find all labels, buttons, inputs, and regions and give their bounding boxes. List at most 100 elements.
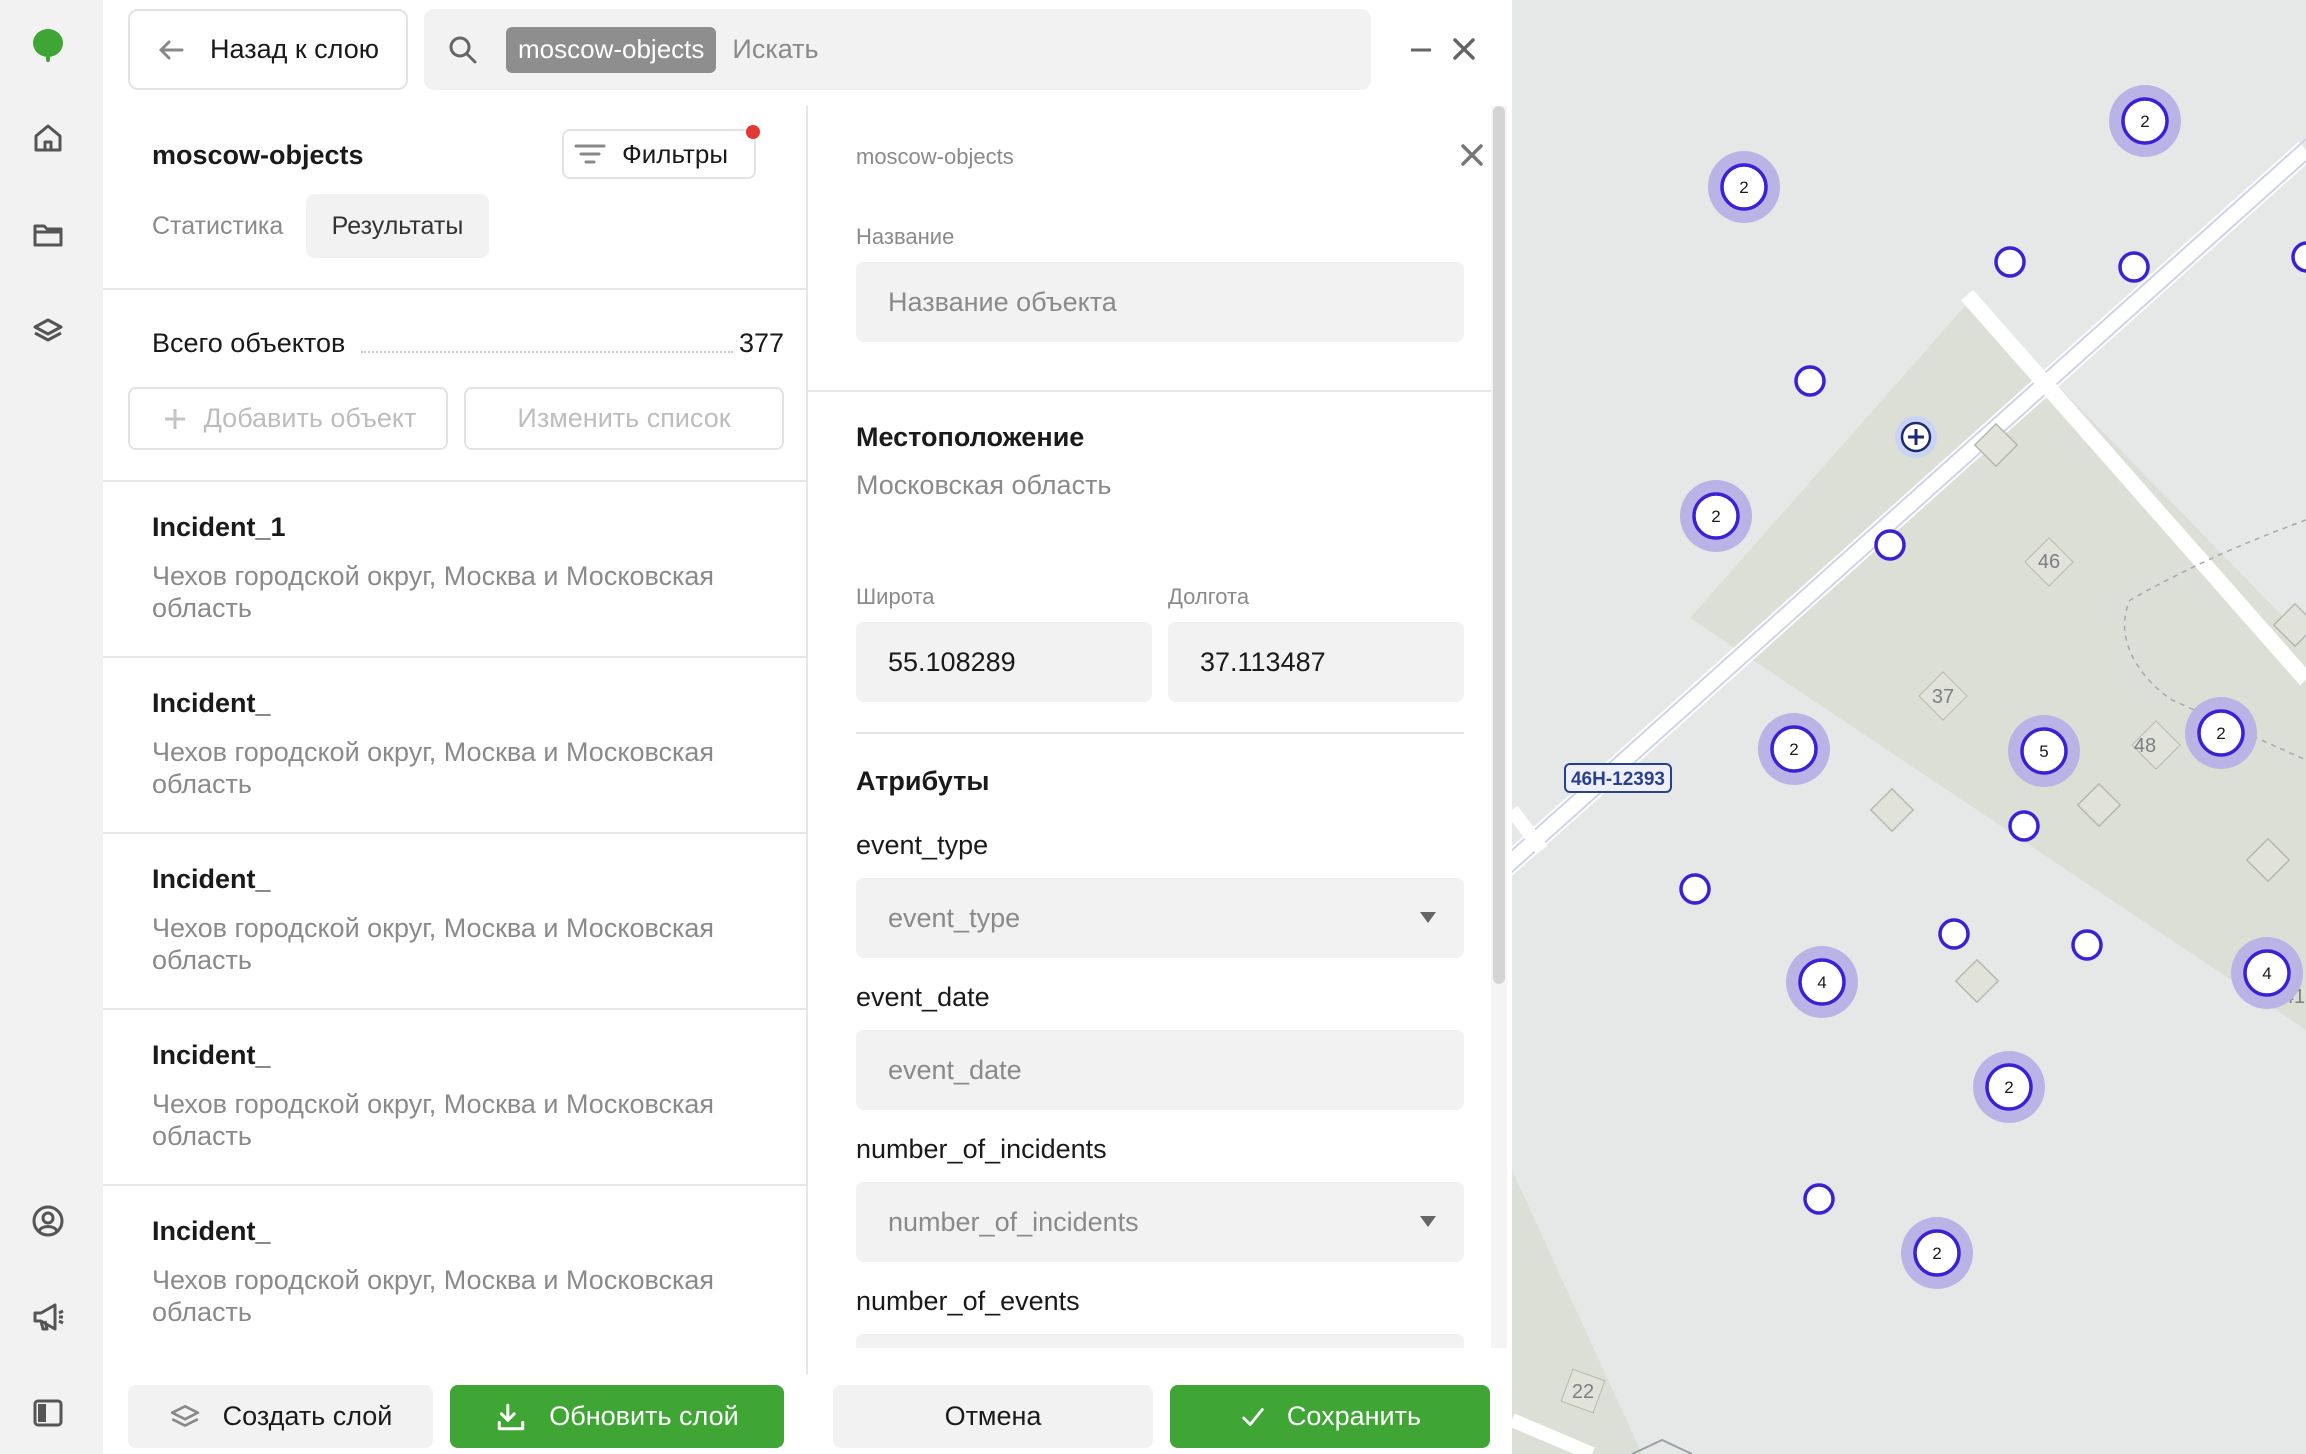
number-of-incidents-select[interactable]: number_of_incidents	[856, 1182, 1464, 1262]
edit-list-label: Изменить список	[517, 403, 731, 433]
map-point-marker[interactable]	[2118, 251, 2150, 283]
list-item-title: Incident_	[152, 1040, 271, 1070]
close-icon[interactable]	[1449, 34, 1479, 64]
user-circle-icon[interactable]	[24, 1197, 72, 1245]
create-layer-button[interactable]: Создать слой	[128, 1385, 433, 1448]
tab-results[interactable]: Результаты	[306, 194, 489, 258]
cluster-count: 5	[2039, 742, 2048, 761]
map-cluster-marker[interactable]: 2	[2185, 697, 2257, 769]
attribute-label-number-of-events: number_of_events	[856, 1286, 1080, 1316]
object-edit-form: moscow-objects Название Название объекта…	[808, 106, 1512, 1454]
map-point-marker[interactable]	[2291, 241, 2306, 273]
cancel-label: Отмена	[944, 1401, 1042, 1431]
form-layer-name: moscow-objects	[856, 144, 1014, 169]
download-icon	[498, 1403, 525, 1430]
location-value: Московская область	[856, 470, 1112, 500]
map-cluster-marker[interactable]: 4	[2231, 937, 2303, 1009]
map-point-marker[interactable]	[2071, 929, 2103, 961]
cluster-count: 2	[1739, 178, 1748, 197]
list-item-address: Чехов городской округ, Москва и Московск…	[152, 1265, 715, 1327]
number-of-incidents-placeholder: number_of_incidents	[888, 1206, 1139, 1237]
total-objects-label: Всего объектов	[152, 328, 346, 358]
list-item[interactable]: Incident_1 Чехов городской округ, Москва…	[103, 482, 808, 658]
edit-list-button[interactable]: Изменить список	[464, 387, 784, 450]
location-title: Местоположение	[856, 422, 1085, 452]
close-form-icon[interactable]	[1459, 142, 1485, 168]
map-point-marker[interactable]	[1994, 246, 2026, 278]
map-point-marker[interactable]	[1938, 918, 1970, 950]
add-object-label: Добавить объект	[203, 403, 417, 433]
building-number: 46	[2038, 551, 2060, 573]
form-scroll-area[interactable]: moscow-objects Название Название объекта…	[808, 106, 1493, 1348]
attribute-label-event-date: event_date	[856, 982, 990, 1012]
megaphone-icon[interactable]	[24, 1293, 72, 1341]
map-view[interactable]: 46 37 48 41 22 46Н-12393 2 2 2 2 5 2 4 4…	[1512, 0, 2306, 1454]
map-cluster-marker[interactable]: 2	[1680, 480, 1752, 552]
event-type-select[interactable]: event_type	[856, 878, 1464, 958]
add-object-button[interactable]: Добавить объект	[128, 387, 448, 450]
minimize-icon[interactable]	[1403, 34, 1439, 64]
filter-active-badge	[746, 125, 760, 139]
map-cluster-marker[interactable]: 4	[1786, 946, 1858, 1018]
layers-icon	[170, 1404, 199, 1427]
latitude-field[interactable]: 55.108289	[856, 622, 1152, 702]
map-point-marker[interactable]	[1874, 529, 1906, 561]
list-item-address: Чехов городской округ, Москва и Московск…	[152, 737, 715, 799]
map-cluster-marker[interactable]: 2	[1758, 713, 1830, 785]
longitude-field[interactable]: 37.113487	[1168, 622, 1464, 702]
filters-button[interactable]: Фильтры	[562, 125, 760, 179]
search-input[interactable]: Искать	[732, 34, 818, 65]
plus-icon	[164, 408, 185, 429]
list-item[interactable]: Incident_ Чехов городской округ, Москва …	[103, 834, 808, 1010]
map-canvas[interactable]: 46 37 48 41 22 46Н-12393 2 2 2 2 5 2 4 4…	[1512, 0, 2306, 1454]
list-item[interactable]: Incident_ Чехов городской округ, Москва …	[103, 658, 808, 834]
attribute-label-number-of-incidents: number_of_incidents	[856, 1134, 1107, 1164]
cluster-count: 2	[2140, 112, 2149, 131]
map-point-marker[interactable]	[1803, 1183, 1835, 1215]
icon-rail	[0, 0, 103, 1454]
tree-logo-icon[interactable]	[24, 22, 72, 70]
home-icon[interactable]	[24, 114, 72, 162]
tab-statistics[interactable]: Статистика	[152, 212, 283, 241]
divider	[856, 732, 1464, 734]
back-to-layer-button[interactable]: Назад к слою	[128, 9, 408, 90]
number-of-events-field[interactable]	[856, 1334, 1464, 1348]
territory-area	[1690, 298, 2306, 1030]
checkmark-icon	[1242, 1407, 1264, 1426]
list-item[interactable]: Incident_ Чехов городской округ, Москва …	[103, 1010, 808, 1186]
list-item[interactable]: Incident_ Чехов городской округ, Москва …	[103, 1186, 808, 1362]
list-item-address: Чехов городской округ, Москва и Московск…	[152, 1089, 715, 1151]
map-cluster-marker[interactable]: 2	[1973, 1051, 2045, 1123]
name-field[interactable]: Название объекта	[856, 262, 1464, 342]
list-footer: Создать слой Обновить слой	[103, 1374, 808, 1454]
map-cluster-marker[interactable]: 2	[2109, 85, 2181, 157]
scrollbar[interactable]	[1493, 106, 1505, 984]
dropdown-arrow-icon	[1420, 912, 1436, 923]
update-layer-button[interactable]: Обновить слой	[450, 1385, 784, 1448]
map-cluster-marker[interactable]: 5	[2008, 715, 2080, 787]
map-point-marker[interactable]	[1679, 873, 1711, 905]
cluster-count: 2	[2216, 724, 2225, 743]
map-cluster-marker[interactable]: 2	[1708, 151, 1780, 223]
building-number: 22	[1572, 1381, 1594, 1403]
cancel-button[interactable]: Отмена	[833, 1385, 1153, 1448]
search-bar[interactable]: moscow-objects Искать	[424, 9, 1371, 90]
latitude-label: Широта	[856, 584, 935, 609]
list-item-address: Чехов городской округ, Москва и Московск…	[152, 913, 715, 975]
search-layer-chip[interactable]: moscow-objects	[506, 26, 717, 73]
folder-icon[interactable]	[24, 210, 72, 258]
event-date-field[interactable]: event_date	[856, 1030, 1464, 1110]
map-point-marker[interactable]	[1794, 365, 1826, 397]
layers-icon[interactable]	[24, 306, 72, 354]
map-cluster-marker[interactable]: 2	[1901, 1217, 1973, 1289]
cluster-count: 4	[1817, 973, 1826, 992]
save-button[interactable]: Сохранить	[1170, 1385, 1490, 1448]
map-point-marker[interactable]	[2008, 810, 2040, 842]
name-placeholder: Название объекта	[888, 286, 1117, 317]
panel-toggle-icon[interactable]	[24, 1389, 72, 1437]
longitude-label: Долгота	[1168, 584, 1250, 609]
longitude-value: 37.113487	[1200, 646, 1326, 677]
back-button-label: Назад к слою	[210, 34, 380, 64]
objects-list-column: moscow-objects Фильтры Статистика Резуль…	[103, 106, 808, 1454]
cluster-count: 4	[2262, 964, 2271, 983]
